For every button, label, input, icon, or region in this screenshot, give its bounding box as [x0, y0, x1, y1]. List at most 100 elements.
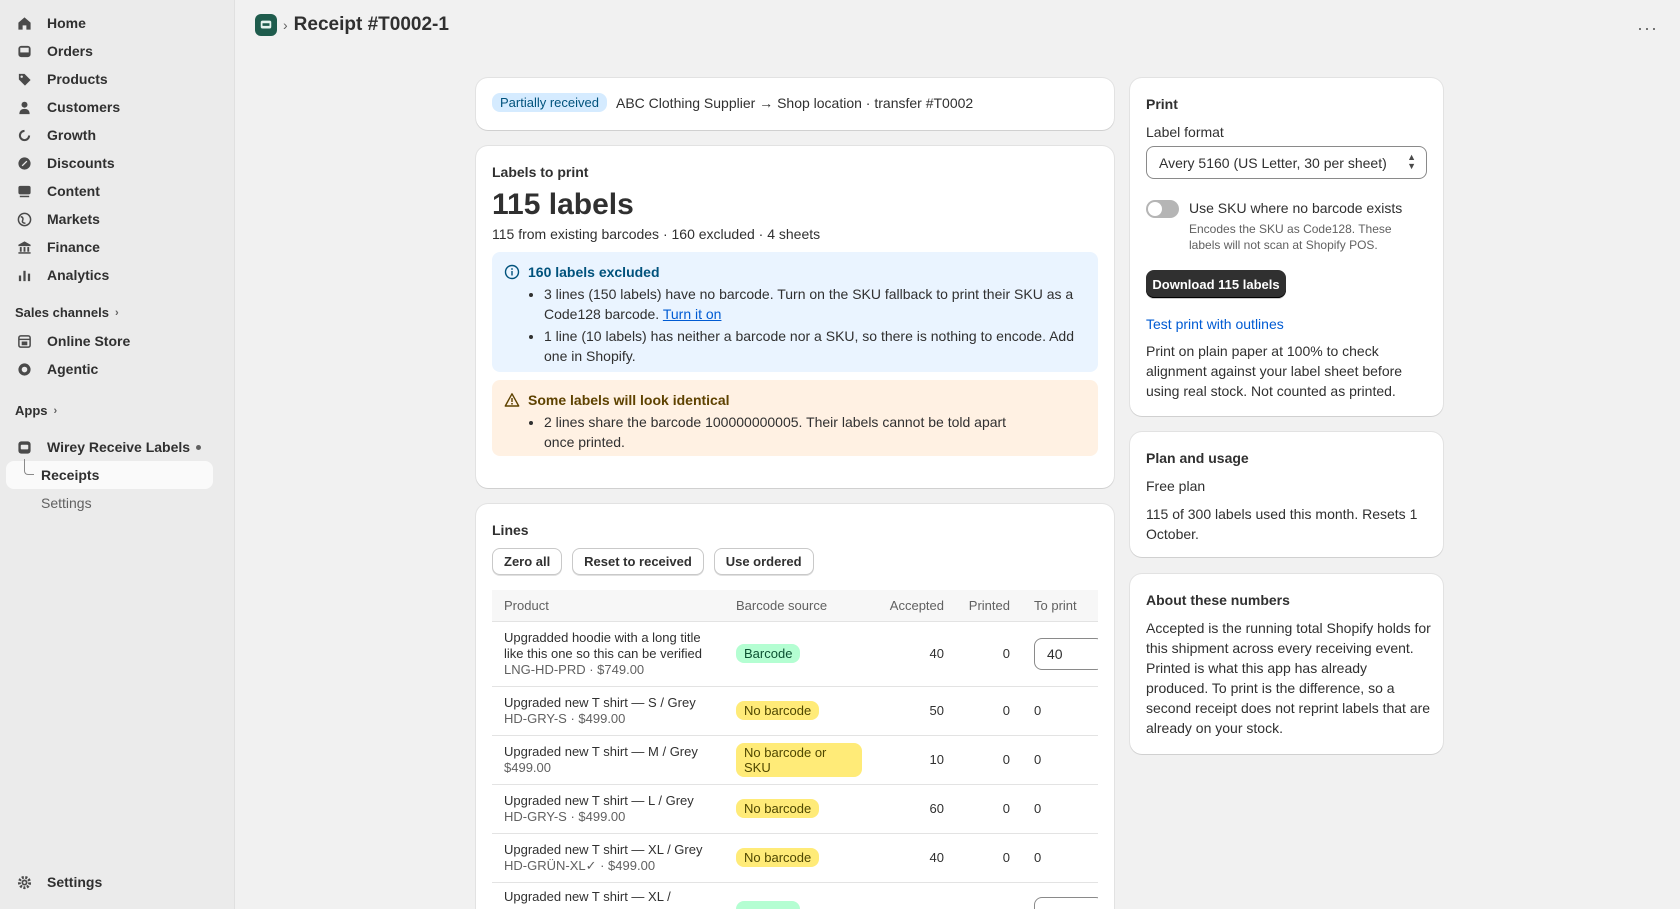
sidebar-subitem-receipts[interactable]: Receipts [6, 459, 213, 489]
discount-icon [16, 155, 32, 171]
sku-fallback-toggle[interactable] [1146, 200, 1179, 218]
col-product[interactable]: Product [492, 590, 724, 622]
sidebar-item-customers[interactable]: Customers [6, 93, 213, 121]
apps-header[interactable]: Apps › [15, 403, 57, 418]
sidebar-item-orders[interactable]: Orders [6, 37, 213, 65]
product-cell: Upgraded new T shirt — L / Grey HD-GRY-S… [492, 784, 724, 834]
sidebar-item-label: Content [47, 183, 100, 199]
table-row: Upgraded new T shirt — XL / [492, 882, 1098, 909]
barcode-source-cell: No barcode [724, 784, 874, 834]
product-cell: Upgraded new T shirt — S / Grey HD-GRY-S… [492, 686, 724, 736]
growth-icon [16, 127, 32, 143]
barcode-source-badge: No barcode [736, 799, 820, 818]
more-actions-icon[interactable]: ··· [1637, 18, 1658, 39]
accepted-cell: 10 [874, 735, 956, 785]
content-icon [16, 183, 32, 199]
sidebar-item-label: Home [47, 15, 86, 31]
download-labels-button[interactable]: Download 115 labels [1146, 270, 1286, 298]
app-icon [16, 439, 32, 455]
sidebar-item-wirey-app[interactable]: Wirey Receive Labels [6, 433, 213, 461]
identical-warning-banner: Some labels will look identical 2 lines … [492, 380, 1098, 456]
sku-toggle-help: Encodes the SKU as Code128. These labels… [1189, 222, 1392, 252]
printed-cell: 0 [956, 621, 1022, 687]
banner-list: 3 lines (150 labels) have no barcode. Tu… [544, 284, 1086, 366]
barcode-source-badge: Barcode [736, 644, 801, 663]
print-card: Print Label format Avery 5160 (US Letter… [1130, 78, 1443, 416]
status-badge: Partially received [492, 93, 607, 112]
tree-connector-icon [24, 459, 34, 475]
table-row: Upgraded new T shirt — XL / Grey HD-GRÜN… [492, 833, 1098, 883]
page-title: Receipt #T0002-1 [293, 14, 449, 35]
print-heading: Print [1146, 96, 1178, 112]
lines-heading: Lines [492, 522, 529, 538]
sidebar-item-agentic[interactable]: Agentic [6, 355, 213, 383]
sidebar-item-label: Finance [47, 239, 100, 255]
product-meta: HD-GRY-S · $499.00 [504, 808, 626, 824]
turn-it-on-link[interactable]: Turn it on [663, 306, 722, 322]
barcode-source-cell [724, 882, 874, 909]
chevron-right-icon: › [53, 404, 58, 417]
sidebar-item-label: Agentic [47, 361, 99, 377]
zero-all-button[interactable]: Zero all [492, 548, 563, 575]
sidebar-item-analytics[interactable]: Analytics [6, 261, 213, 289]
sidebar-item-discounts[interactable]: Discounts [6, 149, 213, 177]
sidebar-item-settings[interactable]: Settings [6, 868, 213, 896]
sidebar-item-products[interactable]: Products [6, 65, 213, 93]
test-print-link[interactable]: Test print with outlines [1146, 316, 1284, 332]
table-row: Upgradded hoodie with a long title like … [492, 621, 1098, 687]
sidebar: Home Orders Products Customers Growth Di… [0, 0, 235, 909]
banner-title: 160 labels excluded [528, 264, 660, 280]
sidebar-item-label: Customers [47, 99, 121, 115]
col-barcode-source[interactable]: Barcode source [724, 590, 874, 622]
use-ordered-button[interactable]: Use ordered [713, 548, 814, 575]
col-printed[interactable]: Printed [956, 590, 1022, 622]
to-print-cell [1022, 882, 1098, 909]
printed-cell: 0 [956, 784, 1022, 834]
sidebar-item-growth[interactable]: Growth [6, 121, 213, 149]
table-row: Upgraded new T shirt — L / Grey HD-GRY-S… [492, 784, 1098, 834]
plan-heading: Plan and usage [1146, 450, 1249, 466]
banner-list-item: 1 line (10 labels) has neither a barcode… [544, 326, 1086, 366]
reset-to-received-button[interactable]: Reset to received [572, 548, 704, 575]
bank-icon [16, 239, 32, 255]
banner-list-item: 3 lines (150 labels) have no barcode. Tu… [544, 284, 1086, 324]
barcode-source-cell: No barcode or SKU [724, 735, 874, 785]
product-cell: Upgradded hoodie with a long title like … [492, 621, 724, 687]
barcode-source-cell: Barcode [724, 621, 874, 687]
plan-name: Free plan [1146, 478, 1206, 494]
printed-cell: 0 [956, 735, 1022, 785]
barcode-source-badge: No barcode [736, 848, 820, 867]
labels-card: Labels to print 115 labels 115 from exis… [476, 146, 1114, 488]
labels-count: 115 labels [492, 188, 634, 221]
printed-cell [956, 882, 1022, 909]
product-title: Upgradded hoodie with a long title like … [504, 629, 702, 661]
sidebar-subitem-settings[interactable]: Settings [6, 489, 213, 517]
sales-channels-header[interactable]: Sales channels › [15, 305, 119, 320]
about-heading: About these numbers [1146, 592, 1290, 608]
printed-cell: 0 [956, 686, 1022, 736]
plan-usage: 115 of 300 labels used this month. Reset… [1146, 506, 1418, 542]
to-print-input[interactable] [1034, 897, 1098, 909]
table-row: Upgraded new T shirt — S / Grey HD-GRY-S… [492, 686, 1098, 736]
sidebar-item-markets[interactable]: Markets [6, 205, 213, 233]
col-accepted[interactable]: Accepted [874, 590, 956, 622]
sidebar-item-home[interactable]: Home [6, 9, 213, 37]
info-icon [504, 264, 520, 280]
agentic-icon [16, 361, 32, 377]
pin-dot-icon[interactable] [196, 445, 201, 450]
accepted-cell: 40 [874, 833, 956, 883]
sku-toggle-label: Use SKU where no barcode exists [1189, 200, 1403, 216]
sidebar-item-finance[interactable]: Finance [6, 233, 213, 261]
transfer-summary: ABC Clothing Supplier → Shop location · … [616, 95, 974, 111]
store-icon [16, 333, 32, 349]
lines-table-wrap: Product Barcode source Accepted Printed … [492, 590, 1098, 909]
to-print-input[interactable]: 40 [1034, 637, 1098, 670]
app-logo-icon[interactable] [255, 14, 277, 36]
col-to-print[interactable]: To print [1022, 590, 1098, 622]
sidebar-item-online-store[interactable]: Online Store [6, 327, 213, 355]
table-header-row: Product Barcode source Accepted Printed … [492, 590, 1098, 622]
printed-cell: 0 [956, 833, 1022, 883]
sidebar-item-content[interactable]: Content [6, 177, 213, 205]
label-format-select[interactable]: Avery 5160 (US Letter, 30 per sheet) ▲ ▼ [1146, 146, 1427, 179]
product-meta: HD-GRY-S · $499.00 [504, 710, 626, 726]
